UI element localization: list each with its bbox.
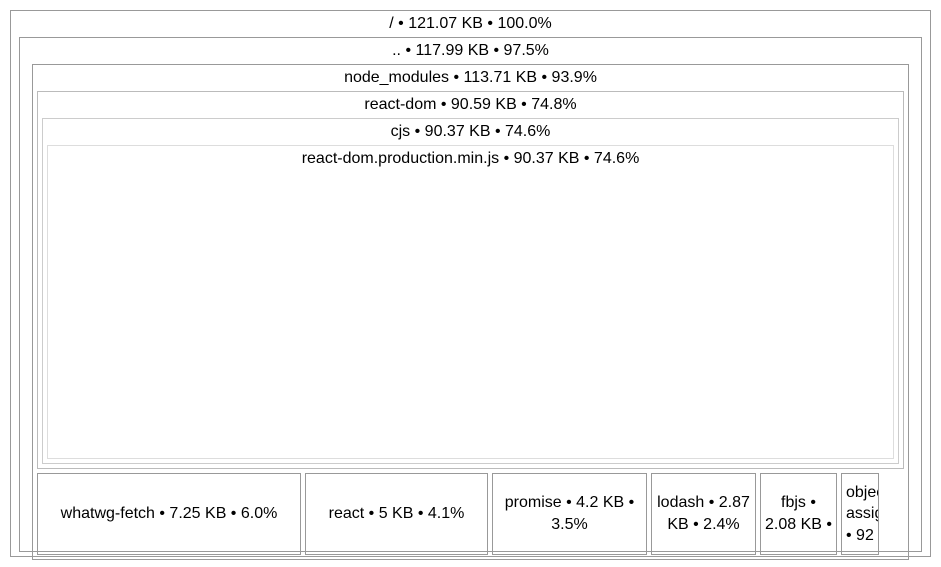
treemap-label-object-assign: object-assign • 92 — [846, 482, 879, 547]
treemap-node-lodash[interactable]: lodash • 2.87 KB • 2.4% — [651, 473, 756, 555]
treemap-node-whatwg-fetch[interactable]: whatwg-fetch • 7.25 KB • 6.0% — [37, 473, 301, 555]
treemap-label-promise: promise • 4.2 KB • 3.5% — [497, 492, 642, 535]
treemap-label-node-modules: node_modules • 113.71 KB • 93.9% — [37, 65, 904, 91]
treemap-node-react-dom[interactable]: react-dom • 90.59 KB • 74.8% cjs • 90.37… — [37, 91, 904, 469]
treemap-node-promise[interactable]: promise • 4.2 KB • 3.5% — [492, 473, 647, 555]
treemap-node-root[interactable]: / • 121.07 KB • 100.0% .. • 117.99 KB • … — [10, 10, 931, 557]
treemap-label-whatwg-fetch: whatwg-fetch • 7.25 KB • 6.0% — [61, 503, 278, 525]
treemap-label-dotdot: .. • 117.99 KB • 97.5% — [26, 38, 915, 64]
treemap-label-root: / • 121.07 KB • 100.0% — [19, 11, 922, 37]
treemap-node-node-modules[interactable]: node_modules • 113.71 KB • 93.9% react-d… — [32, 64, 909, 560]
treemap-node-dotdot[interactable]: .. • 117.99 KB • 97.5% node_modules • 11… — [19, 37, 922, 552]
treemap-node-cjs[interactable]: cjs • 90.37 KB • 74.6% react-dom.product… — [42, 118, 899, 464]
treemap-label-react: react • 5 KB • 4.1% — [329, 503, 465, 525]
treemap-node-object-assign[interactable]: object-assign • 92 — [841, 473, 879, 555]
treemap-node-fbjs[interactable]: fbjs • 2.08 KB • — [760, 473, 837, 555]
treemap-label-prodmin: react-dom.production.min.js • 90.37 KB •… — [48, 146, 893, 172]
treemap-label-react-dom: react-dom • 90.59 KB • 74.8% — [42, 92, 899, 118]
treemap-label-cjs: cjs • 90.37 KB • 74.6% — [47, 119, 894, 145]
treemap-node-react[interactable]: react • 5 KB • 4.1% — [305, 473, 488, 555]
treemap-label-lodash: lodash • 2.87 KB • 2.4% — [656, 492, 751, 535]
treemap-label-fbjs: fbjs • 2.08 KB • — [765, 492, 832, 535]
treemap-siblings-row: whatwg-fetch • 7.25 KB • 6.0% react • 5 … — [37, 473, 904, 555]
treemap-node-react-dom-production-min-js[interactable]: react-dom.production.min.js • 90.37 KB •… — [47, 145, 894, 459]
